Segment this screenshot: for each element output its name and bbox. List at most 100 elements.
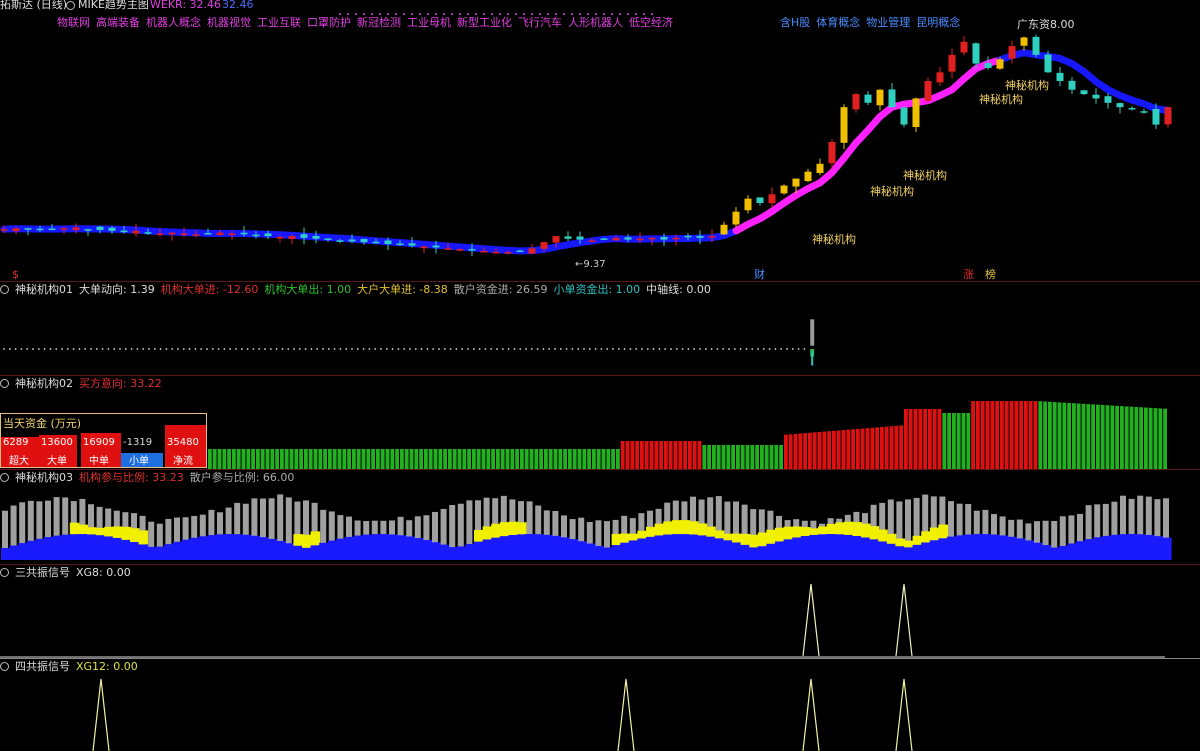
candle-body (240, 232, 248, 235)
marker-dot (403, 13, 405, 15)
axis-dot (617, 348, 620, 350)
inst-area (1058, 545, 1069, 560)
buy-intent-bar (649, 441, 654, 469)
buy-intent-bar (515, 449, 519, 469)
axis-dot (20, 348, 23, 350)
panel3-chart[interactable] (0, 484, 1200, 562)
axis-dot (414, 348, 417, 350)
candle-body (468, 248, 476, 251)
buy-intent-bar (932, 409, 937, 469)
buy-intent-bar (510, 449, 515, 469)
candle-body (804, 171, 812, 182)
panel1-chart[interactable] (0, 297, 1200, 375)
panel5-chart[interactable] (0, 673, 1200, 751)
inst-area (826, 534, 837, 560)
marker-dot (483, 13, 485, 15)
buy-intent-bar (716, 445, 721, 469)
buy-intent-bar (1028, 401, 1033, 469)
large-area (740, 533, 751, 545)
buy-intent-bar (1129, 406, 1134, 469)
gear-icon[interactable] (0, 472, 9, 482)
axis-dot (240, 348, 243, 350)
candle-body (1080, 90, 1088, 95)
panel4-chart[interactable] (0, 578, 1200, 658)
axis-dot (119, 348, 121, 350)
signal-spike (92, 678, 110, 751)
large-area (835, 522, 845, 535)
buy-intent-bar (894, 425, 899, 469)
inst-area (749, 547, 759, 560)
inst-area (646, 536, 656, 560)
candle-body (1092, 94, 1100, 99)
fund-label: 大单 (47, 456, 67, 467)
buy-intent-bar (635, 441, 639, 469)
panel-value-label: 买方意向: 33.22 (79, 377, 162, 390)
buy-intent-bar (606, 449, 611, 469)
buy-intent-bar (443, 449, 447, 469)
inst-area (534, 534, 544, 560)
buy-intent-bar (995, 401, 999, 469)
marker-dot (643, 13, 645, 15)
buy-intent-bar (328, 449, 332, 469)
marker-dot (459, 13, 461, 15)
buy-intent-bar (976, 401, 980, 469)
buy-intent-bar (1139, 407, 1143, 469)
large-area (671, 520, 682, 535)
marker-bang: 榜 (985, 268, 996, 281)
panel-value-label: 机构参与比例: 33.23 (79, 471, 184, 484)
buy-intent-bar (212, 449, 217, 469)
buy-intent-bar (774, 445, 779, 469)
buy-intent-bar (1000, 401, 1004, 469)
gear-icon[interactable] (0, 661, 9, 671)
axis-dot (635, 348, 638, 350)
price-chart[interactable] (0, 12, 1200, 280)
buy-intent-bar (208, 449, 212, 469)
buy-intent-bar (731, 445, 735, 469)
inst-area (723, 540, 733, 560)
inst-area (121, 539, 131, 560)
panel-value-label: XG8: 0.00 (76, 565, 131, 579)
buy-intent-bar (500, 449, 505, 469)
axis-dot (130, 348, 133, 350)
candle-body (828, 142, 836, 164)
indicator-value: WEKR: 32.46 (150, 0, 222, 11)
large-area (680, 520, 690, 535)
axis-dot (275, 348, 278, 350)
candle-body (180, 233, 188, 235)
axis-dot (774, 348, 777, 350)
inst-area (732, 542, 742, 560)
axis-dot (385, 348, 388, 350)
buy-intent-bar (241, 449, 246, 469)
candle-body (888, 89, 896, 108)
buy-intent-bar (280, 449, 284, 469)
buy-intent-bar (760, 445, 764, 469)
candle-body (732, 211, 740, 225)
axis-dot (745, 348, 748, 350)
gear-icon[interactable] (0, 567, 9, 577)
buy-intent-bar (985, 401, 990, 469)
inst-area (551, 535, 561, 560)
gear-icon[interactable] (0, 378, 9, 388)
inst-area (637, 538, 647, 560)
large-area (792, 526, 802, 538)
buy-intent-bar (899, 425, 903, 469)
buy-intent-bar (596, 449, 601, 469)
buy-intent-bar (520, 449, 524, 469)
indicator-name: MIKE趋势主图 (78, 0, 149, 11)
buy-intent-bar (908, 409, 913, 469)
buy-intent-bar (544, 449, 548, 469)
axis-dot (704, 348, 707, 350)
axis-dot (583, 348, 585, 350)
inst-area (233, 534, 243, 560)
inst-area (241, 534, 252, 560)
inst-area (792, 537, 802, 560)
buy-intent-bar (616, 449, 620, 469)
buy-intent-bar (308, 449, 313, 469)
gear-icon[interactable] (0, 284, 9, 294)
large-area (611, 533, 622, 546)
inst-area (1119, 534, 1129, 560)
axis-dot (182, 348, 185, 350)
inst-area (809, 534, 819, 560)
buy-intent-bar (1144, 407, 1148, 469)
axis-dot (356, 348, 359, 350)
